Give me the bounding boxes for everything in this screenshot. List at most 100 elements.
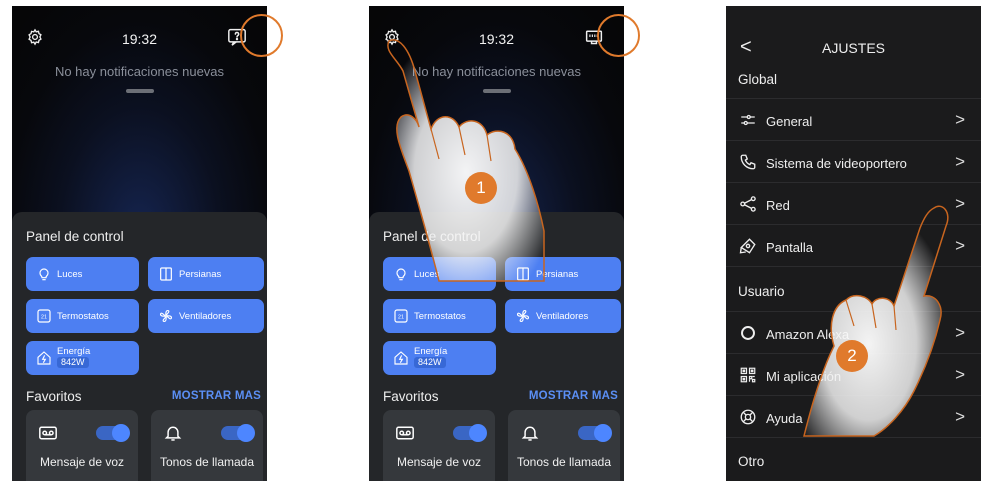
tile-energy[interactable]: Energía 842W: [26, 341, 139, 375]
show-more-link[interactable]: MOSTRAR MAS: [172, 390, 261, 402]
tile-label: Ventiladores: [179, 311, 232, 322]
energy-label-group: Energía 842W: [414, 346, 447, 368]
tile-label: Termostatos: [57, 311, 109, 322]
chevron-right-icon: >: [955, 407, 965, 426]
home-screen-2: 19:32 No hay notificaciones nuevas Panel…: [369, 6, 624, 481]
bulb-icon: [396, 268, 406, 281]
qr-icon: [740, 367, 756, 383]
notifications-text: No hay notificaciones nuevas: [411, 64, 582, 79]
favorite-ringtones[interactable]: Tonos de llamada: [508, 410, 620, 481]
chevron-right-icon: >: [955, 152, 965, 171]
blinds-icon: [517, 267, 529, 281]
ringtones-toggle[interactable]: [221, 424, 255, 442]
highlight-circle: [240, 14, 283, 57]
fan-icon: [159, 309, 173, 323]
divider: [726, 266, 981, 267]
card-label: Mensaje de voz: [39, 455, 125, 469]
bell-icon: [521, 426, 539, 441]
chevron-right-icon: >: [955, 323, 965, 342]
tile-label: Luces: [57, 269, 83, 280]
tile-label: Ventiladores: [536, 311, 589, 322]
voice-message-toggle[interactable]: [96, 424, 130, 442]
tile-blinds[interactable]: Persianas: [505, 257, 621, 291]
settings-item-general[interactable]: General >: [726, 98, 981, 140]
section-global: Global: [738, 72, 778, 87]
item-label: Red: [766, 198, 790, 213]
section-user: Usuario: [738, 284, 785, 299]
step-badge-1: 1: [465, 172, 497, 204]
tile-label: Luces: [414, 269, 440, 280]
settings-header: < AJUSTES: [726, 6, 981, 68]
tile-lights[interactable]: Luces: [383, 257, 496, 291]
card-label: Mensaje de voz: [396, 455, 482, 469]
card-label: Tonos de llamada: [516, 455, 612, 469]
control-panel: Panel de control Luces Persianas 21 Term…: [12, 212, 267, 481]
tile-label: Energía: [414, 346, 448, 357]
phone-icon: [740, 154, 756, 170]
tile-fans[interactable]: Ventiladores: [148, 299, 264, 333]
settings-item-intercom[interactable]: Sistema de videoportero >: [726, 140, 981, 182]
ringtones-toggle[interactable]: [578, 424, 612, 442]
divider: [726, 437, 981, 438]
tile-blinds[interactable]: Persianas: [148, 257, 264, 291]
energy-icon: [37, 351, 51, 365]
item-label: Pantalla: [766, 240, 813, 255]
voicemail-icon: [39, 426, 57, 440]
tile-thermostats[interactable]: 21 Termostatos: [26, 299, 139, 333]
display-icon: [739, 238, 756, 254]
favorites-title: Favoritos: [383, 389, 439, 404]
fan-icon: [516, 309, 530, 323]
tile-thermostats[interactable]: 21 Termostatos: [383, 299, 496, 333]
show-more-link[interactable]: MOSTRAR MAS: [529, 390, 618, 402]
chevron-right-icon: >: [955, 365, 965, 384]
help-icon: [740, 409, 756, 425]
item-label: Mi aplicación: [766, 369, 842, 384]
panel-title: Panel de control: [26, 229, 124, 244]
svg-text:21: 21: [41, 314, 47, 320]
blinds-icon: [160, 267, 172, 281]
settings-item-help[interactable]: Ayuda >: [726, 395, 981, 437]
energy-label-group: Energía 842W: [57, 346, 90, 368]
status-bar: 19:32: [12, 6, 267, 56]
voicemail-icon: [396, 426, 414, 440]
home-screen-1: 19:32 No hay notificaciones nuevas Panel…: [12, 6, 267, 481]
settings-screen: < AJUSTES Global General > Sistema de vi…: [726, 6, 981, 481]
section-other: Otro: [738, 454, 765, 469]
tile-label: Persianas: [179, 269, 222, 280]
tile-label: Energía: [57, 346, 91, 357]
chevron-right-icon: >: [955, 236, 965, 255]
drag-handle[interactable]: [483, 89, 511, 93]
favorite-voice-message[interactable]: Mensaje de voz: [383, 410, 495, 481]
control-panel: Panel de control Luces Persianas 21 Term…: [369, 212, 624, 481]
highlight-circle: [597, 14, 640, 57]
settings-title: AJUSTES: [821, 40, 885, 56]
item-label: Amazon Alexa: [766, 327, 850, 342]
drag-handle[interactable]: [126, 89, 154, 93]
panel-title: Panel de control: [383, 229, 481, 244]
thermostat-icon: 21: [37, 309, 51, 323]
tile-lights[interactable]: Luces: [26, 257, 139, 291]
item-label: Sistema de videoportero: [766, 156, 907, 171]
chevron-right-icon: >: [955, 110, 965, 129]
favorite-voice-message[interactable]: Mensaje de voz: [26, 410, 138, 481]
settings-item-display[interactable]: Pantalla >: [726, 224, 981, 266]
favorite-ringtones[interactable]: Tonos de llamada: [151, 410, 263, 481]
thermostat-icon: 21: [394, 309, 408, 323]
tile-label: Termostatos: [414, 311, 466, 322]
status-bar: 19:32: [369, 6, 624, 56]
settings-item-network[interactable]: Red >: [726, 182, 981, 224]
step-badge-2: 2: [836, 340, 868, 372]
share-icon: [740, 196, 756, 212]
tile-energy[interactable]: Energía 842W: [383, 341, 496, 375]
tile-label: Persianas: [536, 269, 579, 280]
item-label: General: [766, 114, 813, 129]
item-label: Ayuda: [766, 411, 803, 426]
card-label: Tonos de llamada: [159, 455, 255, 469]
alexa-icon: [741, 326, 755, 340]
svg-text:21: 21: [398, 314, 404, 320]
notifications-text: No hay notificaciones nuevas: [54, 64, 225, 79]
voice-message-toggle[interactable]: [453, 424, 487, 442]
sliders-icon: [741, 114, 755, 126]
tile-fans[interactable]: Ventiladores: [505, 299, 621, 333]
chevron-right-icon: >: [955, 194, 965, 213]
